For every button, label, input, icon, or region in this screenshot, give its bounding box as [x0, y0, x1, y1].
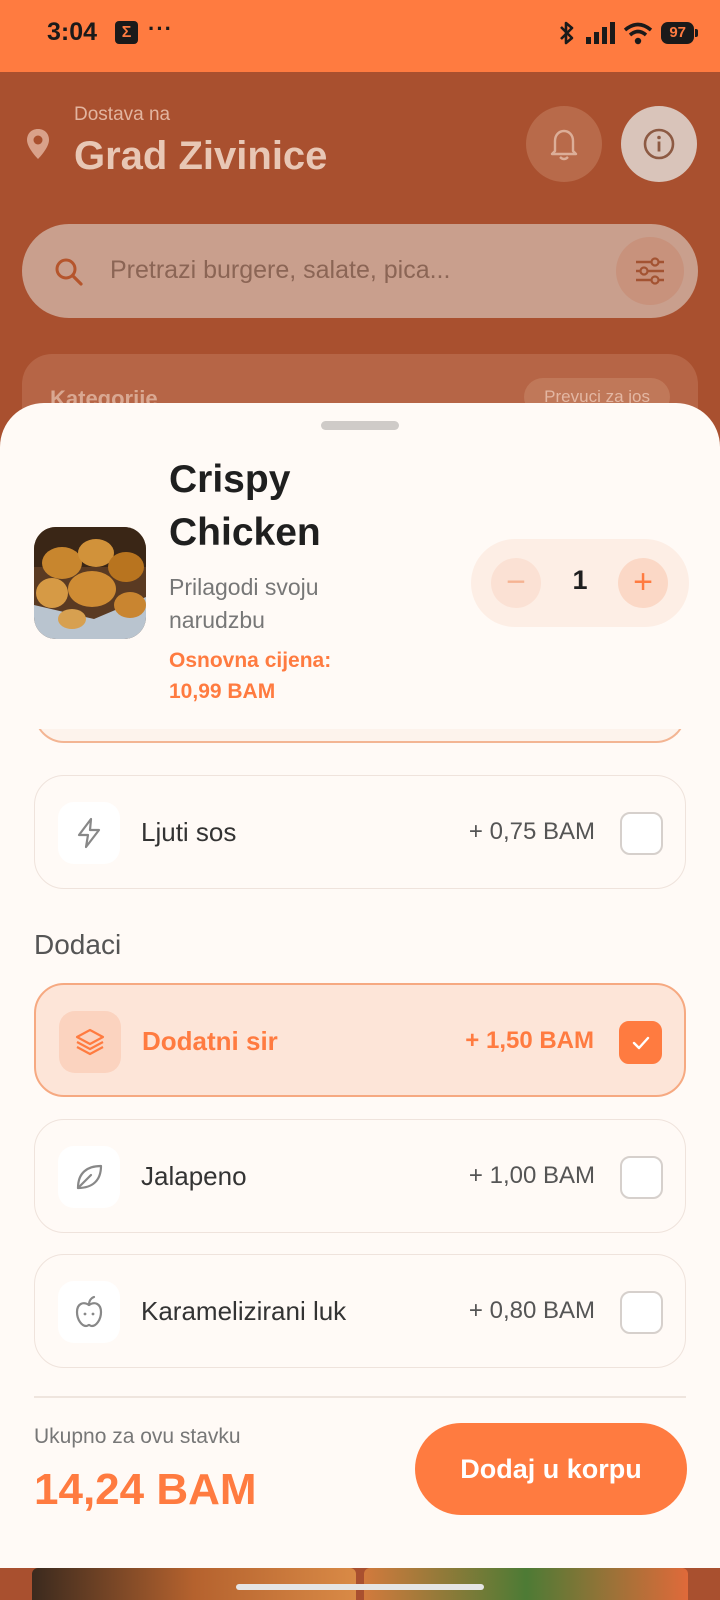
product-name: Crispy Chicken [169, 458, 321, 554]
product-image [34, 527, 146, 639]
home-indicator[interactable] [236, 1584, 484, 1590]
option-jalapeno[interactable]: Jalapeno + 1,00 BAM [34, 1119, 686, 1233]
product-customization-sheet: Crispy Chicken Prilagodi svoju narudzbu … [0, 403, 720, 1568]
option-label: Dodatni sir [142, 1026, 278, 1056]
option-label: Karamelizirani luk [141, 1296, 347, 1326]
quantity-stepper: − 1 + [471, 539, 689, 627]
more-notifications-icon: ··· [148, 16, 173, 41]
checkmark-icon [632, 1036, 649, 1049]
decrease-quantity-button[interactable]: − [491, 558, 541, 608]
status-bar: 3:04 Σ ··· 97 [0, 0, 720, 72]
delivery-label: Dostava na [74, 104, 171, 125]
option-price: + 1,50 BAM [465, 1027, 594, 1054]
delivery-city[interactable]: Grad Zivinice [74, 134, 327, 179]
apple-icon [58, 1281, 120, 1343]
option-checkbox[interactable] [620, 1156, 663, 1199]
location-pin-icon [27, 129, 49, 159]
footer-divider [34, 1396, 686, 1398]
background-header: Dostava na Grad Zivinice Pretrazi burger… [0, 72, 720, 454]
sheet-drag-handle[interactable] [321, 421, 399, 430]
product-subtitle: Prilagodi svoju narudzbu [169, 574, 319, 633]
battery-indicator: 97 [661, 22, 698, 44]
extras-section-title: Dodaci [34, 929, 122, 960]
search-bar[interactable]: Pretrazi burgere, salate, pica... [22, 224, 698, 318]
increase-quantity-button[interactable]: + [618, 558, 668, 608]
total-label: Ukupno za ovu stavku [34, 1425, 241, 1448]
option-label: Ljuti sos [141, 817, 237, 847]
search-icon [55, 258, 83, 286]
base-price-label: Osnovna cijena: [169, 649, 332, 672]
option-checkbox[interactable] [620, 1291, 663, 1334]
base-price-value: 10,99 BAM [169, 680, 276, 703]
total-price: 14,24 BAM [34, 1465, 257, 1514]
status-icons: 97 [557, 20, 698, 46]
app-notification-icon: Σ [115, 21, 138, 44]
option-checkbox[interactable] [620, 812, 663, 855]
info-button[interactable] [621, 106, 697, 182]
filter-button[interactable] [616, 237, 684, 305]
wifi-icon [624, 22, 653, 45]
option-label: Jalapeno [141, 1161, 247, 1191]
option-karamelizirani-luk[interactable]: Karamelizirani luk + 0,80 BAM [34, 1254, 686, 1368]
bell-icon [550, 129, 578, 161]
quantity-value: 1 [572, 565, 588, 595]
bluetooth-icon [560, 21, 574, 45]
search-input[interactable]: Pretrazi burgere, salate, pica... [110, 256, 450, 285]
status-time: 3:04 [47, 18, 98, 46]
option-price: + 1,00 BAM [468, 1162, 595, 1189]
layers-icon [59, 1011, 121, 1073]
option-price: + 0,75 BAM [468, 818, 595, 845]
signal-icon [586, 22, 616, 44]
bolt-icon [58, 802, 120, 864]
option-checkbox-checked[interactable] [619, 1021, 662, 1064]
filter-sliders-icon [636, 257, 664, 285]
leaf-icon [58, 1146, 120, 1208]
notifications-button[interactable] [526, 106, 602, 182]
add-to-cart-button[interactable]: Dodaj u korpu [415, 1423, 687, 1515]
option-ljuti-sos[interactable]: Ljuti sos + 0,75 BAM [34, 775, 686, 889]
scroll-fade [0, 703, 720, 729]
info-icon [643, 128, 675, 160]
option-dodatni-sir[interactable]: Dodatni sir + 1,50 BAM [34, 983, 686, 1097]
option-price: + 0,80 BAM [468, 1297, 595, 1324]
